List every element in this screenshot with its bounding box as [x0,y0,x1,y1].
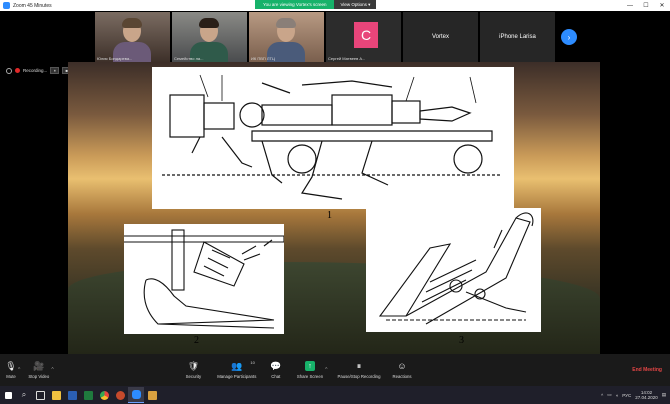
audio-options-chevron-icon[interactable]: ^ [18,367,20,373]
folder-icon [51,390,61,400]
taskbar-app-excel[interactable] [80,387,96,403]
task-view-glyph [35,390,45,400]
network-icon[interactable]: ▭ [607,392,611,398]
pause-stop-recording-button[interactable]: ⏸ Pause/Stop Recording [337,360,381,380]
minimize-button[interactable]: — [622,3,638,9]
windows-taskbar: ⌕ ^ ▭ ◖ РУС 14:02 27.04.2020 ▤ [0,386,670,404]
stop-video-button[interactable]: 🎥 Stop Video [28,360,50,380]
windows-logo-icon [4,391,12,399]
taskbar-app-zoom[interactable] [128,387,144,403]
shield-icon: 🛡 [187,360,200,371]
excel-icon [83,390,93,400]
system-tray: ^ ▭ ◖ РУС 14:02 27.04.2020 ▤ [601,390,670,401]
powerpoint-icon [115,390,125,400]
chrome-icon [99,390,109,400]
recording-dot-icon [15,68,20,73]
notifications-icon[interactable]: ▤ [662,392,666,398]
figure-1-machine-drawing [152,67,514,209]
reactions-label: Reactions [392,374,412,379]
microphone-icon: 🎙 [5,360,17,371]
video-options-chevron-icon[interactable]: ^ [51,367,53,373]
share-screen-button[interactable]: ↑ Share Screen [297,361,323,379]
participant-name: Сергей Матвеев А... [328,56,366,61]
participant-tile[interactable]: Семейство ла... [172,12,247,62]
maximize-button[interactable]: ☐ [638,2,654,9]
figure-1-label: 1 [327,210,332,221]
mute-button[interactable]: 🎙 Mute [5,360,17,380]
chat-label: Chat [271,374,281,379]
reactions-button[interactable]: ☺ Reactions [392,361,411,379]
share-options-chevron-icon[interactable]: ^ [325,367,327,373]
mute-label: Mute [6,374,16,379]
app-icon [147,390,157,400]
zoom-app-icon [3,2,10,9]
participant-hair [122,18,142,28]
pause-stop-recording-label: Pause/Stop Recording [337,374,381,379]
share-drawing-svg [378,212,534,325]
search-icon[interactable]: ⌕ [16,387,32,403]
participant-hair [199,18,219,28]
figure-2-plough-drawing [124,224,285,334]
participant-count: 10 [250,359,255,365]
shared-screen: 1 2 3 [68,62,600,354]
participant-name: Семейство ла... [174,56,204,61]
taskbar-app-file-explorer[interactable] [48,387,64,403]
security-button[interactable]: 🛡 Security [185,360,202,380]
end-meeting-button[interactable]: End Meeting [632,367,662,373]
start-button[interactable] [0,387,16,403]
participant-tile[interactable]: ИК ПВП ЛТЦ [249,12,324,62]
view-options-button[interactable]: View Options ▾ [334,0,377,9]
taskbar-app-word[interactable] [64,387,80,403]
language-indicator[interactable]: РУС [622,393,631,398]
taskbar-app-chrome[interactable] [96,387,112,403]
close-button[interactable]: ✕ [654,2,670,9]
share-banner: You are viewing Vortex's screen View Opt… [255,0,377,9]
pause-recording-toolbar-icon: ⏸ [356,360,362,371]
stop-video-label: Stop Video [28,374,50,379]
chevron-up-icon[interactable]: ^ [601,393,603,398]
zoom-icon [131,390,141,399]
viewing-screen-label: You are viewing Vortex's screen [255,0,335,9]
participant-tile[interactable]: iPhone Larisa [480,12,555,62]
figure-2-label: 2 [194,335,199,346]
participant-tile[interactable]: C Сергей Матвеев А... [326,12,401,62]
participant-gallery: Юлия Бондарева... Семейство ла... ИК ПВП… [95,12,577,62]
chat-button[interactable]: 💬 Chat [270,360,282,380]
share-screen-label: Share Screen [296,374,324,379]
plough-drawing-svg [124,229,285,329]
participant-name: ИК ПВП ЛТЦ [251,56,275,61]
chat-icon: 💬 [270,360,282,371]
manage-participants-label: Manage Participants [217,374,257,379]
recording-indicator: Recording... ⏸ ■ [6,67,72,74]
clock-date: 27.04.2020 [635,395,658,400]
share-screen-icon: ↑ [304,361,315,371]
participants-icon: 👥 [231,360,243,371]
figure-3-share-drawing [366,208,541,332]
gallery-next-icon[interactable]: › [561,29,577,45]
encryption-shield-icon [6,67,12,74]
participant-avatar-initial: C [354,22,378,48]
participant-tile[interactable]: Юлия Бондарева... [95,12,170,62]
security-label: Security [185,374,202,379]
pause-recording-icon[interactable]: ⏸ [50,67,60,74]
task-view-icon[interactable] [32,387,48,403]
smiley-icon: ☺ [397,361,407,371]
recording-label: Recording... [23,68,48,73]
participant-name: Vortex [431,34,449,40]
word-icon [67,390,77,400]
machine-drawing-svg [162,74,502,200]
taskbar-app-powerpoint[interactable] [112,387,128,403]
taskbar-app-other[interactable] [144,387,160,403]
participant-name: iPhone Larisa [499,34,536,40]
video-camera-icon: 🎥 [33,360,45,371]
volume-icon[interactable]: ◖ [615,393,618,398]
meeting-toolbar: 🎙 Mute ^ 🎥 Stop Video ^ 🛡 Security 👥 Man… [0,354,670,386]
figure-3-label: 3 [459,335,464,346]
participant-hair [276,18,296,28]
participant-tile[interactable]: Vortex [403,12,478,62]
clock[interactable]: 14:02 27.04.2020 [635,390,658,401]
participant-name: Юлия Бондарева... [97,56,133,61]
